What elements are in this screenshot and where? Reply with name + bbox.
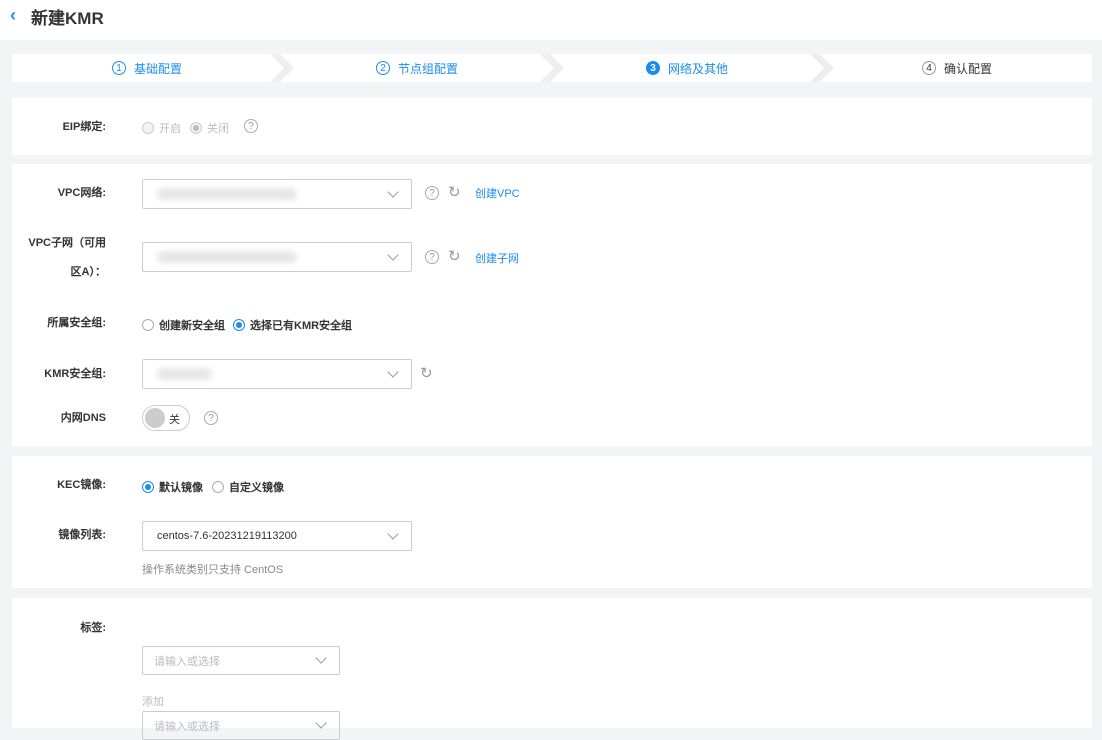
step-network-other[interactable]: 3 网络及其他 (552, 54, 834, 82)
stepper: 1 基础配置 2 节点组配置 3 网络及其他 4 确认配置 (12, 54, 1092, 82)
step-separator-icon (810, 54, 834, 82)
create-vpc-link[interactable]: 创建VPC (475, 185, 520, 201)
step-number: 3 (645, 61, 660, 75)
step-label: 基础配置 (133, 61, 182, 76)
vpc-label: VPC网络: (57, 187, 106, 199)
option-label: 关闭 (207, 123, 229, 135)
placeholder: 请输入或选择 (154, 720, 220, 733)
kmr-secgroup-label: KMR安全组: (44, 368, 106, 380)
image-list-label: 镜像列表: (58, 529, 106, 541)
radio-icon (142, 122, 154, 134)
radio-icon (233, 319, 245, 331)
subnet-select[interactable] (142, 242, 412, 272)
step-separator-icon (540, 54, 564, 82)
redacted-value (157, 188, 297, 200)
radio-icon (142, 481, 154, 493)
tag-key-input[interactable]: 请输入或选择 (142, 646, 340, 675)
kec-image-label: KEC镜像: (57, 479, 106, 491)
page-title: 新建KMR (31, 9, 104, 28)
placeholder: 请输入或选择 (154, 655, 220, 668)
step-number: 4 (921, 61, 936, 75)
option-label: 自定义镜像 (229, 482, 284, 494)
secgroup-option-new[interactable]: 创建新安全组 (142, 317, 225, 333)
radio-icon (142, 319, 154, 331)
toggle-knob (145, 408, 165, 428)
select-value: centos-7.6-20231219113200 (157, 530, 297, 542)
help-icon[interactable]: ? (244, 119, 258, 133)
step-node-group-config[interactable]: 2 节点组配置 (282, 54, 564, 82)
option-label: 开启 (159, 123, 181, 135)
help-icon[interactable]: ? (204, 411, 218, 425)
chevron-down-icon (315, 652, 327, 664)
toggle-text: 关 (169, 414, 180, 426)
secgroup-option-existing[interactable]: 选择已有KMR安全组 (233, 317, 352, 333)
step-confirm-config[interactable]: 4 确认配置 (822, 54, 1092, 82)
kec-option-default[interactable]: 默认镜像 (142, 479, 203, 495)
add-tag-link[interactable]: 添加 (142, 693, 164, 709)
redacted-value (157, 251, 297, 263)
redacted-value (157, 368, 212, 380)
security-group-label: 所属安全组: (47, 317, 106, 329)
subnet-label-line2: 区A）： (70, 266, 106, 278)
vpc-select[interactable] (142, 179, 412, 209)
chevron-down-icon (387, 249, 399, 261)
help-icon[interactable]: ? (425, 250, 439, 264)
eip-label: EIP绑定: (62, 121, 106, 133)
eip-option-on: 开启 (142, 120, 181, 136)
chevron-down-icon (315, 717, 327, 729)
help-icon[interactable]: ? (425, 186, 439, 200)
chevron-down-icon (387, 186, 399, 198)
back-chevron-icon[interactable]: ‹ (10, 5, 16, 26)
option-label: 创建新安全组 (159, 320, 225, 332)
chevron-down-icon (387, 366, 399, 378)
chevron-down-icon (387, 528, 399, 540)
step-number: 2 (375, 61, 390, 75)
dns-label: 内网DNS (60, 412, 106, 424)
refresh-icon[interactable]: ↻ (448, 185, 461, 200)
radio-icon (212, 481, 224, 493)
radio-icon (190, 122, 202, 134)
step-number: 1 (111, 61, 126, 75)
kec-option-custom[interactable]: 自定义镜像 (212, 479, 284, 495)
tags-label: 标签: (80, 622, 106, 634)
option-label: 默认镜像 (159, 482, 203, 494)
step-label: 确认配置 (943, 61, 992, 76)
refresh-icon[interactable]: ↻ (448, 249, 461, 264)
step-basic-config[interactable]: 1 基础配置 (12, 54, 294, 82)
kmr-secgroup-select[interactable] (142, 359, 412, 389)
page-header (0, 0, 1102, 40)
dns-toggle[interactable]: 关 (142, 405, 190, 431)
refresh-icon[interactable]: ↻ (420, 366, 433, 381)
image-list-select[interactable]: centos-7.6-20231219113200 (142, 521, 412, 551)
step-label: 网络及其他 (667, 61, 728, 76)
option-label: 选择已有KMR安全组 (250, 320, 353, 332)
subnet-label-line1: VPC子网（可用 (28, 237, 106, 249)
step-separator-icon (270, 54, 294, 82)
image-hint: 操作系统类别只支持 CentOS (142, 564, 284, 576)
step-label: 节点组配置 (397, 61, 458, 76)
create-subnet-link[interactable]: 创建子网 (475, 250, 519, 266)
eip-option-off: 关闭 (190, 120, 229, 136)
